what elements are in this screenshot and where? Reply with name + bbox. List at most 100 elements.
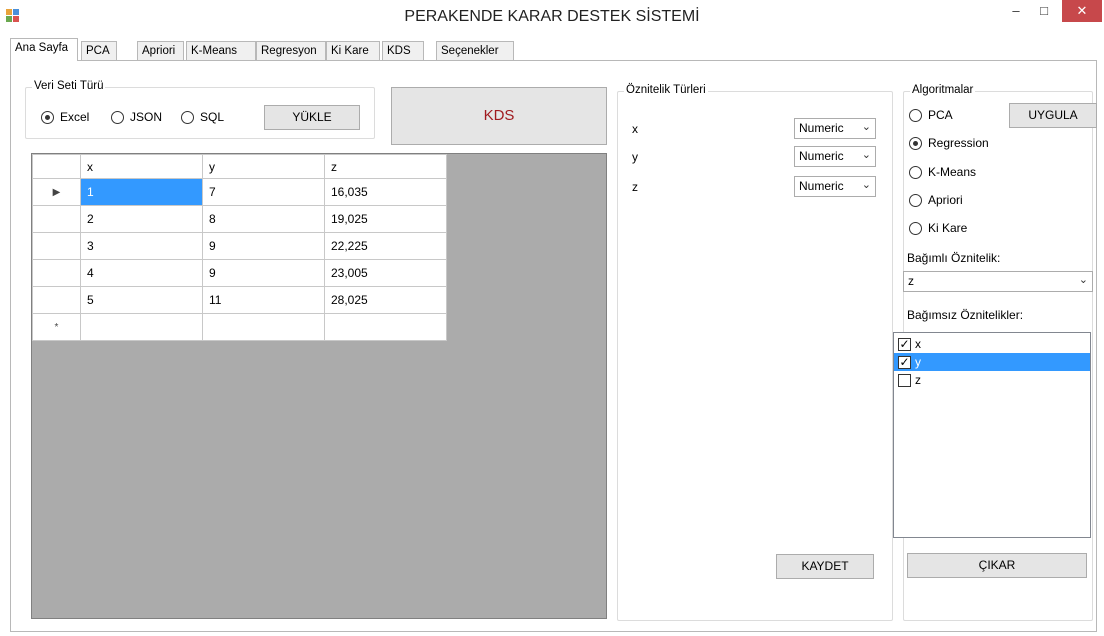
radio-label: PCA bbox=[928, 108, 953, 122]
load-button[interactable]: YÜKLE bbox=[264, 105, 360, 130]
tab-panel-ana-sayfa: Veri Seti Türü Excel JSON SQL YÜKLE KDS … bbox=[10, 60, 1097, 632]
radio-circle bbox=[909, 165, 922, 179]
chevron-down-icon: ⌄ bbox=[1078, 274, 1088, 286]
row-header[interactable] bbox=[32, 286, 81, 314]
select-value: Numeric bbox=[799, 179, 844, 193]
select-value: z bbox=[908, 274, 914, 288]
grid-column-header-x[interactable]: x bbox=[80, 154, 203, 179]
data-grid[interactable]: x y z ▶ 1 7 16,035 2 8 19,025 3 9 22,225 bbox=[31, 153, 607, 619]
attribute-type-select-z[interactable]: Numeric ⌄ bbox=[794, 176, 876, 197]
table-row[interactable]: ▶ 1 7 16,035 bbox=[32, 178, 447, 206]
maximize-button[interactable]: □ bbox=[1030, 0, 1058, 22]
save-button[interactable]: KAYDET bbox=[776, 554, 874, 579]
grid-column-header-z[interactable]: z bbox=[324, 154, 447, 179]
radio-circle bbox=[181, 110, 194, 124]
grid-corner bbox=[32, 154, 81, 179]
checkbox-unchecked[interactable] bbox=[898, 373, 911, 387]
dataset-type-title: Veri Seti Türü bbox=[32, 80, 106, 92]
title-bar: PERAKENDE KARAR DESTEK SİSTEMİ – □ ✕ bbox=[0, 0, 1104, 36]
grid-cell[interactable]: 23,005 bbox=[324, 259, 447, 287]
table-row[interactable]: 4 9 23,005 bbox=[32, 259, 447, 287]
grid-cell[interactable]: 22,225 bbox=[324, 232, 447, 260]
grid-cell[interactable]: 1 bbox=[80, 178, 203, 206]
dependent-attribute-label: Bağımlı Öznitelik: bbox=[907, 251, 1001, 265]
grid-cell[interactable]: 4 bbox=[80, 259, 203, 287]
tab-apriori[interactable]: Apriori bbox=[137, 41, 184, 60]
tab-pca[interactable]: PCA bbox=[81, 41, 117, 60]
algorithms-title: Algoritmalar bbox=[910, 84, 976, 96]
apply-button[interactable]: UYGULA bbox=[1009, 103, 1097, 128]
tab-ki-kare[interactable]: Ki Kare bbox=[326, 41, 380, 60]
close-button[interactable]: ✕ bbox=[1062, 0, 1102, 22]
radio-kmeans[interactable]: K-Means bbox=[909, 165, 976, 179]
radio-label: JSON bbox=[130, 110, 163, 124]
checkbox-checked[interactable]: ✓ bbox=[898, 337, 911, 351]
remove-button[interactable]: ÇIKAR bbox=[907, 553, 1087, 578]
grid-cell[interactable]: 19,025 bbox=[324, 205, 447, 233]
tab-regresyon[interactable]: Regresyon bbox=[256, 41, 326, 60]
grid-cell[interactable] bbox=[324, 313, 447, 341]
grid-cell[interactable]: 7 bbox=[202, 178, 325, 206]
radio-label: Regression bbox=[928, 136, 989, 150]
list-item-label: y bbox=[915, 355, 921, 369]
grid-cell[interactable]: 2 bbox=[80, 205, 203, 233]
radio-excel[interactable]: Excel bbox=[41, 110, 89, 124]
new-row[interactable]: * bbox=[32, 313, 447, 341]
radio-pca[interactable]: PCA bbox=[909, 108, 953, 122]
list-item[interactable]: z bbox=[894, 371, 1090, 389]
attribute-types-group: Öznitelik Türleri x y z Numeric ⌄ Numeri… bbox=[617, 84, 893, 621]
list-item[interactable]: ✓ x bbox=[894, 335, 1090, 353]
grid-cell[interactable]: 28,025 bbox=[324, 286, 447, 314]
grid-cell[interactable]: 9 bbox=[202, 259, 325, 287]
radio-label: K-Means bbox=[928, 165, 977, 179]
grid-cell[interactable]: 8 bbox=[202, 205, 325, 233]
grid-cell[interactable]: 16,035 bbox=[324, 178, 447, 206]
list-item-label: x bbox=[915, 337, 921, 351]
dataset-type-group: Veri Seti Türü Excel JSON SQL YÜKLE bbox=[25, 80, 375, 139]
radio-sql[interactable]: SQL bbox=[181, 110, 224, 124]
dependent-attribute-select[interactable]: z ⌄ bbox=[903, 271, 1093, 292]
grid-cell[interactable]: 9 bbox=[202, 232, 325, 260]
independent-attributes-list[interactable]: ✓ x ✓ y z bbox=[893, 332, 1091, 538]
attribute-name-z: z bbox=[632, 180, 638, 194]
minimize-button[interactable]: – bbox=[1002, 0, 1030, 22]
list-item-label: z bbox=[915, 373, 921, 387]
checkbox-checked[interactable]: ✓ bbox=[898, 355, 911, 369]
row-header[interactable] bbox=[32, 232, 81, 260]
radio-circle bbox=[111, 110, 124, 124]
row-header[interactable] bbox=[32, 259, 81, 287]
radio-label: Excel bbox=[60, 110, 90, 124]
radio-label: SQL bbox=[200, 110, 225, 124]
grid-cell[interactable]: 5 bbox=[80, 286, 203, 314]
select-value: Numeric bbox=[799, 149, 844, 163]
tab-ana-sayfa[interactable]: Ana Sayfa bbox=[10, 38, 78, 61]
table-row[interactable]: 3 9 22,225 bbox=[32, 232, 447, 260]
radio-circle bbox=[41, 110, 54, 124]
tab-secenekler[interactable]: Seçenekler bbox=[436, 41, 514, 60]
radio-apriori[interactable]: Apriori bbox=[909, 193, 963, 207]
radio-json[interactable]: JSON bbox=[111, 110, 162, 124]
table-row[interactable]: 2 8 19,025 bbox=[32, 205, 447, 233]
radio-ki-kare[interactable]: Ki Kare bbox=[909, 221, 967, 235]
chevron-down-icon: ⌄ bbox=[861, 149, 871, 161]
row-header[interactable] bbox=[32, 205, 81, 233]
radio-regression[interactable]: Regression bbox=[909, 136, 989, 150]
grid-column-header-y[interactable]: y bbox=[202, 154, 325, 179]
row-header-current[interactable]: ▶ bbox=[32, 178, 81, 206]
grid-cell[interactable] bbox=[202, 313, 325, 341]
attribute-type-select-y[interactable]: Numeric ⌄ bbox=[794, 146, 876, 167]
tab-kds[interactable]: KDS bbox=[382, 41, 424, 60]
list-item-selected[interactable]: ✓ y bbox=[894, 353, 1090, 371]
kds-button[interactable]: KDS bbox=[391, 87, 607, 145]
radio-circle bbox=[909, 136, 922, 150]
chevron-down-icon: ⌄ bbox=[861, 179, 871, 191]
grid-cell[interactable] bbox=[80, 313, 203, 341]
table-row[interactable]: 5 11 28,025 bbox=[32, 286, 447, 314]
grid-cell[interactable]: 11 bbox=[202, 286, 325, 314]
attribute-name-x: x bbox=[632, 122, 638, 136]
tab-kmeans[interactable]: K-Means bbox=[186, 41, 256, 60]
grid-cell[interactable]: 3 bbox=[80, 232, 203, 260]
attribute-types-title: Öznitelik Türleri bbox=[624, 84, 708, 96]
row-header-new[interactable]: * bbox=[32, 313, 81, 341]
attribute-type-select-x[interactable]: Numeric ⌄ bbox=[794, 118, 876, 139]
